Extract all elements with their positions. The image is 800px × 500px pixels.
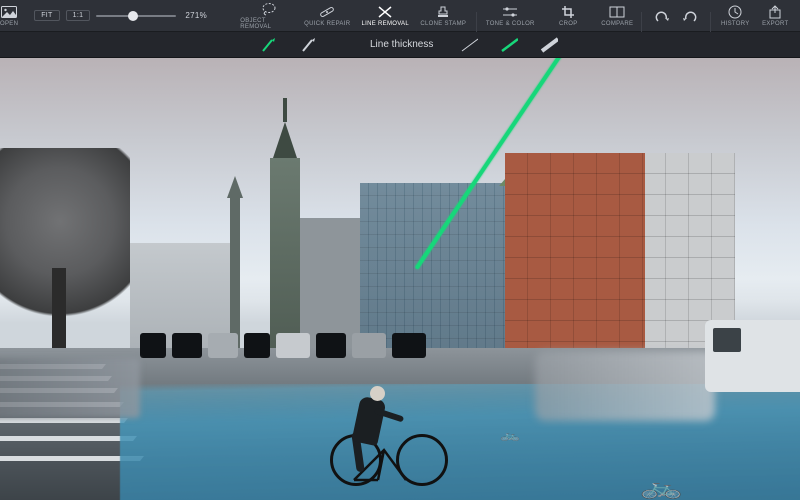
photo-car bbox=[172, 333, 202, 358]
tool-crop-label: CROP bbox=[559, 21, 578, 27]
sliders-icon bbox=[502, 4, 518, 20]
stamp-icon bbox=[436, 4, 450, 20]
open-button[interactable]: OPEN bbox=[0, 0, 18, 32]
bandage-icon bbox=[319, 4, 335, 20]
building-clocktower bbox=[270, 158, 300, 358]
bike-lane-marking: 🚲 bbox=[639, 477, 683, 500]
export-label: EXPORT bbox=[762, 21, 788, 27]
undo-button[interactable] bbox=[646, 0, 676, 32]
undo-icon bbox=[653, 8, 669, 24]
photo-car bbox=[208, 333, 238, 358]
tool-clone-stamp[interactable]: CLONE STAMP bbox=[414, 0, 472, 32]
brush-mode-add[interactable] bbox=[260, 36, 278, 54]
zoom-slider-knob[interactable] bbox=[128, 11, 138, 21]
thickness-medium[interactable] bbox=[500, 36, 518, 54]
export-icon bbox=[768, 4, 782, 20]
thickness-label: Line thickness bbox=[370, 39, 433, 50]
rider-head bbox=[370, 386, 385, 401]
photo-car bbox=[316, 333, 346, 358]
tools-cluster: OBJECT REMOVAL QUICK REPAIR LINE REMOVAL… bbox=[240, 0, 597, 32]
thickness-group bbox=[460, 36, 558, 54]
redo-button[interactable] bbox=[676, 0, 706, 32]
tool-object-removal[interactable]: OBJECT REMOVAL bbox=[240, 0, 298, 32]
photo-van bbox=[705, 320, 800, 392]
brush-mode-group bbox=[260, 36, 318, 54]
history-button[interactable]: HISTORY bbox=[715, 0, 755, 32]
compare-button[interactable]: COMPARE bbox=[597, 0, 637, 32]
export-button[interactable]: EXPORT bbox=[755, 0, 795, 32]
zoom-group: FIT 1:1 271% bbox=[34, 10, 210, 21]
tool-crop[interactable]: CROP bbox=[539, 0, 597, 32]
photo-tree bbox=[0, 148, 130, 358]
building-brick bbox=[505, 153, 735, 358]
history-icon bbox=[728, 4, 742, 20]
photo-car bbox=[352, 333, 386, 358]
toolbar-sep bbox=[641, 12, 642, 32]
tool-clone-stamp-label: CLONE STAMP bbox=[420, 21, 466, 27]
photo-buildings bbox=[0, 118, 800, 358]
zoom-fit-button[interactable]: FIT bbox=[34, 10, 59, 21]
rider-body bbox=[352, 396, 387, 446]
compare-label: COMPARE bbox=[601, 21, 633, 27]
photo-car bbox=[392, 333, 426, 358]
tool-quick-repair[interactable]: QUICK REPAIR bbox=[298, 0, 356, 32]
open-label: OPEN bbox=[0, 21, 18, 27]
toolbar-sep bbox=[476, 12, 477, 32]
tool-tone-color-label: TONE & COLOR bbox=[486, 21, 535, 27]
zoom-value: 271% bbox=[182, 11, 210, 20]
tool-line-removal[interactable]: LINE REMOVAL bbox=[356, 0, 414, 32]
crop-icon bbox=[561, 4, 575, 20]
history-label: HISTORY bbox=[721, 21, 750, 27]
redo-icon bbox=[683, 8, 699, 24]
thickness-thin[interactable] bbox=[460, 36, 478, 54]
bike-lane-marking: 🚲 bbox=[500, 430, 520, 441]
tool-tone-color[interactable]: TONE & COLOR bbox=[481, 0, 539, 32]
image-icon bbox=[1, 4, 17, 20]
zoom-1to1-button[interactable]: 1:1 bbox=[66, 10, 91, 21]
photo-car bbox=[276, 333, 310, 358]
photo-cyclist bbox=[330, 374, 450, 494]
line-removal-icon bbox=[377, 4, 393, 20]
toolbar-sep bbox=[710, 12, 711, 32]
zoom-slider[interactable] bbox=[96, 15, 176, 17]
main-toolbar: OPEN FIT 1:1 271% OBJECT REMOVAL QUICK R… bbox=[0, 0, 800, 32]
tool-line-removal-label: LINE REMOVAL bbox=[362, 21, 410, 27]
compare-icon bbox=[609, 4, 625, 20]
lasso-icon bbox=[261, 1, 277, 17]
photo-blur-car-right bbox=[535, 351, 715, 421]
tool-quick-repair-label: QUICK REPAIR bbox=[304, 21, 350, 27]
photo-car bbox=[244, 333, 270, 358]
right-cluster: COMPARE HISTORY EXPORT bbox=[597, 0, 795, 32]
tool-object-removal-label: OBJECT REMOVAL bbox=[240, 18, 298, 30]
brush-mode-remove[interactable] bbox=[300, 36, 318, 54]
building-glass bbox=[360, 183, 510, 358]
image-canvas[interactable]: 🚲 🚲 bbox=[0, 58, 800, 500]
photo-blur-car-left bbox=[0, 358, 140, 418]
options-bar: Line thickness bbox=[0, 32, 800, 58]
photo-car bbox=[140, 333, 166, 358]
thickness-thick[interactable] bbox=[540, 36, 558, 54]
